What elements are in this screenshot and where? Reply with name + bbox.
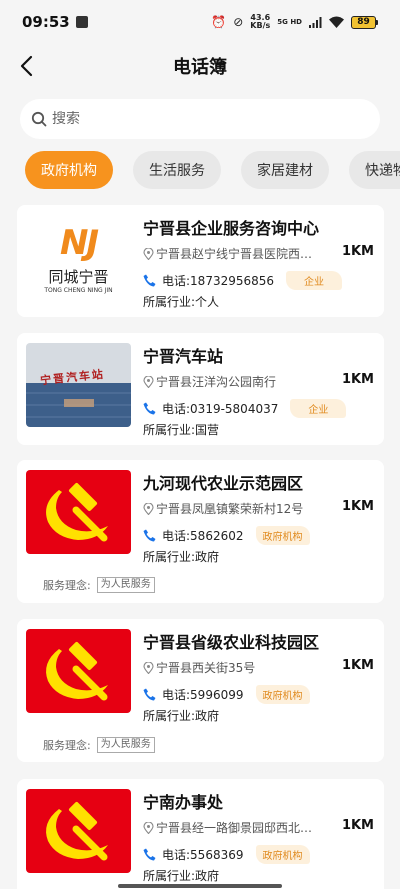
phone-icon <box>143 688 156 701</box>
card-phone-text: 电话:5996099 <box>162 688 244 702</box>
bus-station-photo: 宁晋汽车站 <box>26 343 131 427</box>
phone-icon <box>143 402 156 415</box>
card-industry: 所属行业:个人 <box>143 295 220 309</box>
card-phone-text: 电话:5862602 <box>162 529 244 543</box>
motto-label: 服务理念: <box>43 739 91 752</box>
phone-icon <box>143 848 156 861</box>
category-tag: 企业 <box>286 271 343 290</box>
card-distance: 1KM <box>341 818 374 833</box>
battery-icon: 89 <box>351 15 378 29</box>
directory-card[interactable]: NJ 同城宁晋 TONG CHENG NING JIN 宁晋县企业服务咨询中心 … <box>17 205 384 317</box>
mute-icon: ⊘ <box>233 15 244 29</box>
card-distance: 1KM <box>341 372 374 387</box>
search-bar[interactable] <box>20 99 380 139</box>
card-distance: 1KM <box>341 658 374 673</box>
card-phone[interactable]: 电话:5996099 政府机构 <box>143 685 310 704</box>
card-industry: 所属行业:政府 <box>143 709 220 723</box>
wifi-icon <box>329 16 344 28</box>
message-notification-icon <box>75 16 88 28</box>
card-address: 宁晋县凤凰镇繁荣新村12号 <box>143 500 323 517</box>
card-phone-text: 电话:18732956856 <box>162 274 275 288</box>
search-input[interactable] <box>52 111 352 127</box>
tab-home-building[interactable]: 家居建材 <box>241 151 329 189</box>
signal-bars-icon <box>309 16 322 28</box>
card-address-text: 宁晋县经一路御景园邸西北… <box>156 821 313 835</box>
logo-cn-text: 同城宁晋 <box>48 268 109 286</box>
category-tag: 企业 <box>290 399 347 418</box>
directory-card[interactable]: 宁南办事处 宁晋县经一路御景园邸西北… 1KM 电话:5568369 政府机构 … <box>17 779 384 889</box>
alarm-icon: ⏰ <box>211 15 227 29</box>
directory-card[interactable]: 宁晋汽车站 宁晋汽车站 宁晋县汪洋沟公园南行 1KM 电话:0319-58040… <box>17 333 384 445</box>
net-speed-unit: KB/s <box>250 21 271 30</box>
category-tag: 政府机构 <box>255 526 310 545</box>
logo-en-text: TONG CHENG NING JIN <box>44 287 113 294</box>
card-address-text: 宁晋县汪洋沟公园南行 <box>156 375 277 389</box>
tab-government[interactable]: 政府机构 <box>25 151 113 189</box>
status-time: 09:53 <box>22 13 70 31</box>
card-title: 宁晋县省级农业科技园区 <box>143 633 320 652</box>
card-title: 九河现代农业示范园区 <box>143 474 304 493</box>
card-industry: 所属行业:政府 <box>143 869 220 883</box>
phone-icon <box>143 274 156 287</box>
card-distance: 1KM <box>341 499 374 514</box>
tab-express-logistics[interactable]: 快递物流 <box>349 151 400 189</box>
phone-icon <box>143 529 156 542</box>
card-title: 宁南办事处 <box>143 793 224 812</box>
service-motto: 服务理念: 为人民服务 <box>43 577 155 593</box>
location-icon <box>143 247 154 260</box>
search-icon <box>30 110 48 128</box>
logo-mark: NJ <box>59 223 99 263</box>
page-title: 电话簿 <box>173 57 227 78</box>
tongcheng-ningjin-logo: NJ 同城宁晋 TONG CHENG NING JIN <box>26 215 131 299</box>
card-phone[interactable]: 电话:5568369 政府机构 <box>143 845 310 864</box>
card-phone[interactable]: 电话:5862602 政府机构 <box>143 526 310 545</box>
card-title: 宁晋县企业服务咨询中心 <box>143 219 320 238</box>
battery-level: 89 <box>351 15 376 29</box>
back-icon[interactable] <box>12 52 40 80</box>
card-address: 宁晋县汪洋沟公园南行 <box>143 373 323 390</box>
home-indicator[interactable] <box>118 884 282 888</box>
card-phone-text: 电话:0319-5804037 <box>162 402 279 416</box>
party-emblem-image <box>26 629 131 713</box>
party-emblem-image <box>26 470 131 554</box>
card-address: 宁晋县经一路御景园邸西北… <box>143 819 323 836</box>
card-address: 宁晋县西关街35号 <box>143 659 323 676</box>
motto-value: 为人民服务 <box>96 577 155 593</box>
category-tag: 政府机构 <box>255 685 310 704</box>
location-icon <box>143 375 154 388</box>
directory-card[interactable]: 宁晋县省级农业科技园区 宁晋县西关街35号 1KM 电话:5996099 政府机… <box>17 619 384 762</box>
card-phone[interactable]: 电话:18732956856 企业 <box>143 271 343 290</box>
service-motto: 服务理念: 为人民服务 <box>43 737 155 753</box>
card-address: 宁晋县赵宁线宁晋县医院西… <box>143 245 323 262</box>
card-address-text: 宁晋县赵宁线宁晋县医院西… <box>156 247 313 261</box>
card-distance: 1KM <box>341 244 374 259</box>
signal-label: 5G HD <box>277 18 302 26</box>
category-tag: 政府机构 <box>255 845 310 864</box>
tab-life-services[interactable]: 生活服务 <box>133 151 221 189</box>
location-icon <box>143 661 154 674</box>
nav-bar: 电话簿 <box>0 44 400 88</box>
status-icons: ⏰ ⊘ 43.6 KB/s 5G HD 89 <box>211 14 378 30</box>
motto-value: 为人民服务 <box>96 737 155 753</box>
motto-label: 服务理念: <box>43 579 91 592</box>
card-address-text: 宁晋县凤凰镇繁荣新村12号 <box>156 502 304 516</box>
party-emblem-image <box>26 789 131 873</box>
location-icon <box>143 821 154 834</box>
card-industry: 所属行业:国营 <box>143 423 220 437</box>
card-phone-text: 电话:5568369 <box>162 848 244 862</box>
card-phone[interactable]: 电话:0319-5804037 企业 <box>143 399 347 418</box>
location-icon <box>143 502 154 515</box>
card-title: 宁晋汽车站 <box>143 347 224 366</box>
directory-card[interactable]: 九河现代农业示范园区 宁晋县凤凰镇繁荣新村12号 1KM 电话:5862602 … <box>17 460 384 603</box>
status-bar: 09:53 ⏰ ⊘ 43.6 KB/s 5G HD 89 <box>0 0 400 44</box>
card-address-text: 宁晋县西关街35号 <box>156 661 256 675</box>
net-speed: 43.6 KB/s <box>250 14 270 30</box>
card-industry: 所属行业:政府 <box>143 550 220 564</box>
category-tabs: 政府机构 生活服务 家居建材 快递物流 <box>25 151 400 189</box>
